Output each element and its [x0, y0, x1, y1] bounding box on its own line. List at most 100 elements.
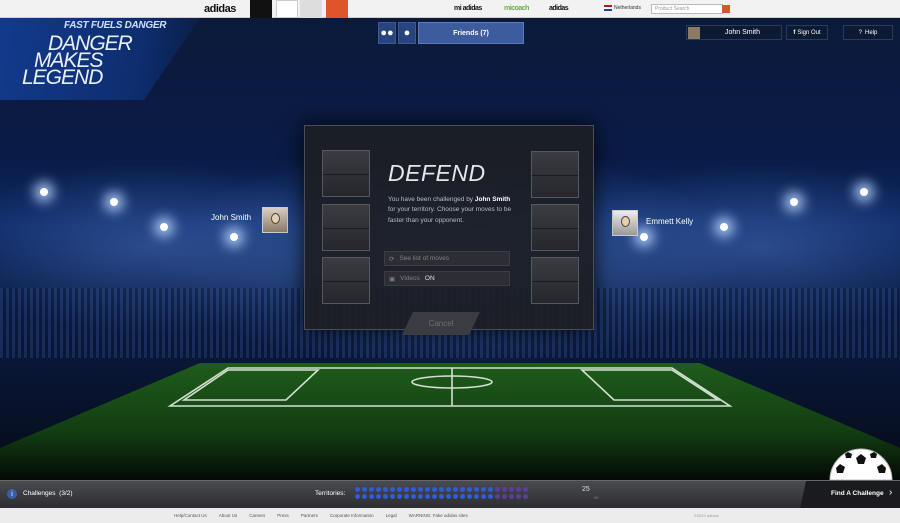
floodlight — [640, 233, 648, 241]
product-search-input[interactable]: Product Search — [651, 4, 723, 14]
film-icon: ▣ — [389, 275, 396, 283]
challenger-name: John Smith — [211, 213, 252, 222]
performance-tab[interactable] — [250, 0, 272, 18]
territory-dot — [467, 494, 472, 499]
bottom-status-bar: i Challenges (3/2) Territories: 25 50 Fi… — [0, 480, 900, 509]
move-slot-right-2[interactable] — [531, 204, 579, 251]
territory-dot — [411, 494, 416, 499]
adidas-brand-logo[interactable]: adidas — [204, 3, 236, 15]
territory-dot — [460, 487, 465, 492]
challenger-name-highlight: John Smith — [474, 196, 511, 203]
user-name: John Smith — [724, 29, 761, 36]
copyright: ©2010 adidas — [694, 513, 719, 518]
micoach-link[interactable]: micoach — [504, 5, 529, 12]
footer-links: Help/Contact Us About Us Careers Press Partn… — [174, 513, 468, 518]
dialog-title: DEFEND — [388, 160, 486, 186]
footer-link[interactable]: Help/Contact Us — [174, 513, 207, 518]
footer-link[interactable]: Careers — [249, 513, 265, 518]
floodlight — [860, 188, 868, 196]
territory-dot — [509, 494, 514, 499]
territory-dot — [439, 494, 444, 499]
territory-dot — [383, 494, 388, 499]
territory-dot — [355, 494, 360, 499]
move-slot-left-3[interactable] — [322, 257, 370, 304]
champions-league-ball-icon — [829, 448, 893, 480]
territory-dot — [453, 494, 458, 499]
floodlight — [40, 188, 48, 196]
floodlight — [720, 223, 728, 231]
defender-portrait — [612, 210, 638, 236]
challenges-button[interactable]: Challenges (3/2) — [23, 490, 73, 497]
territory-dot — [397, 487, 402, 492]
territory-dot — [509, 487, 514, 492]
floodlight — [790, 198, 798, 206]
adidas-top-bar: adidas mi adidas micoach adidas Netherla… — [0, 0, 900, 18]
territory-dot — [390, 494, 395, 499]
adidas-group-link[interactable]: adidas — [549, 5, 569, 12]
floodlight — [230, 233, 238, 241]
territory-dot — [502, 494, 507, 499]
chevron-right-icon[interactable]: › — [889, 487, 892, 498]
dialog-message: You have been challenged by John Smith f… — [388, 196, 512, 224]
see-moves-option[interactable]: ⟳ See list of moves — [384, 251, 510, 266]
netherlands-flag-icon — [604, 5, 612, 11]
videos-toggle[interactable]: ▣ Videos ON — [384, 271, 510, 286]
territory-dot — [481, 487, 486, 492]
help-button[interactable]: ? Help — [843, 25, 893, 40]
cancel-button[interactable]: Cancel — [402, 312, 480, 335]
territory-dot — [376, 487, 381, 492]
friends-group-icon[interactable]: ●● — [378, 22, 396, 44]
territory-dot — [495, 487, 500, 492]
friends-tab[interactable]: Friends (7) — [418, 22, 524, 44]
move-slot-left-1[interactable] — [322, 150, 370, 197]
search-button[interactable] — [722, 5, 730, 13]
originals-tab[interactable] — [276, 0, 298, 18]
footer-link[interactable]: Legal — [386, 513, 397, 518]
territory-dots — [355, 487, 530, 499]
floodlight — [160, 223, 168, 231]
territory-dot — [523, 494, 528, 499]
territory-dot — [453, 487, 458, 492]
move-slot-left-2[interactable] — [322, 204, 370, 251]
footer-link[interactable]: Partners — [301, 513, 318, 518]
football-pitch — [0, 363, 900, 480]
territory-dot — [369, 494, 374, 499]
footer-link[interactable]: Corporate Information — [330, 513, 374, 518]
territory-dot — [446, 487, 451, 492]
see-moves-label: See list of moves — [399, 255, 449, 262]
territory-dot — [495, 494, 500, 499]
territory-dot — [404, 487, 409, 492]
footer-link[interactable]: WARNING: Fake adidas sites — [409, 513, 468, 518]
territory-dot — [411, 487, 416, 492]
style-tab[interactable] — [300, 0, 322, 18]
campaign-kicker: FAST FUELS DANGER — [64, 20, 167, 31]
region-label[interactable]: Netherlands — [614, 5, 641, 11]
move-slot-right-1[interactable] — [531, 151, 579, 198]
footer-link[interactable]: About Us — [219, 513, 238, 518]
footer-link[interactable]: Press — [277, 513, 289, 518]
territory-dot — [474, 494, 479, 499]
territories-total: 50 — [594, 495, 599, 500]
sign-out-button[interactable]: f Sign Out — [786, 25, 828, 40]
territory-dot — [355, 487, 360, 492]
cart-icon[interactable] — [326, 0, 348, 18]
territory-dot — [362, 487, 367, 492]
territory-dot — [425, 487, 430, 492]
mi-adidas-link[interactable]: mi adidas — [454, 5, 482, 12]
territory-dot — [516, 487, 521, 492]
site-footer: Help/Contact Us About Us Careers Press Partn… — [0, 508, 900, 523]
user-profile-box[interactable]: John Smith — [686, 25, 782, 40]
territory-dot — [418, 494, 423, 499]
challenges-info-icon[interactable]: i — [7, 489, 17, 499]
territory-dot — [369, 487, 374, 492]
territory-dot — [383, 487, 388, 492]
territories-count: 25 — [582, 486, 590, 493]
sign-out-label: Sign Out — [797, 29, 821, 36]
help-icon: ? — [858, 29, 862, 36]
move-slot-right-3[interactable] — [531, 257, 579, 304]
floodlight — [110, 198, 118, 206]
territory-dot — [397, 494, 402, 499]
single-friend-icon[interactable]: ● — [398, 22, 416, 44]
territory-dot — [488, 494, 493, 499]
find-challenge-button[interactable]: Find A Challenge — [831, 490, 884, 497]
